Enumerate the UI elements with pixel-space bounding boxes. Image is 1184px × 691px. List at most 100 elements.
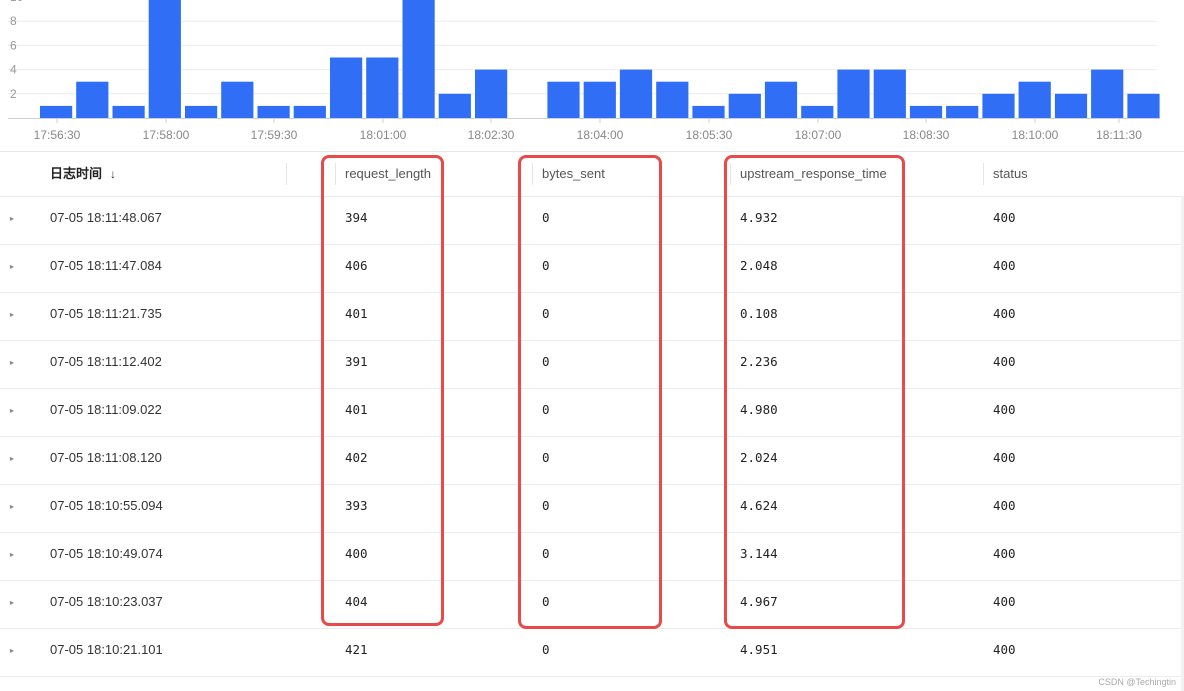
histogram-bar[interactable] bbox=[438, 93, 471, 118]
cell-time: 07-05 18:10:21.101 bbox=[50, 642, 163, 657]
x-tick-label: 18:05:30 bbox=[686, 128, 733, 142]
cell-upstream-response-time: 2.024 bbox=[740, 450, 778, 465]
x-tick-label: 18:11:30 bbox=[1096, 128, 1142, 142]
cell-request-length: 391 bbox=[345, 354, 368, 369]
table-row[interactable]: ▸ 07-05 18:11:48.067 394 0 4.932 400 bbox=[0, 197, 1184, 245]
histogram-bar[interactable] bbox=[330, 57, 363, 119]
table-row[interactable]: ▸ 07-05 18:11:12.402 391 0 2.236 400 bbox=[0, 341, 1184, 389]
histogram-bar[interactable] bbox=[185, 105, 218, 118]
cell-time: 07-05 18:11:12.402 bbox=[50, 354, 162, 369]
x-tick-label: 18:10:00 bbox=[1012, 128, 1059, 142]
x-tick-label: 18:07:00 bbox=[795, 128, 842, 142]
column-header-request-length[interactable]: request_length bbox=[345, 152, 431, 196]
column-header-status[interactable]: status bbox=[993, 152, 1028, 196]
histogram-bar[interactable] bbox=[1127, 93, 1160, 118]
histogram-bar[interactable] bbox=[583, 81, 616, 118]
histogram-bar[interactable] bbox=[728, 93, 761, 118]
cell-request-length: 421 bbox=[345, 642, 368, 657]
cell-time: 07-05 18:10:23.037 bbox=[50, 594, 163, 609]
cell-bytes-sent: 0 bbox=[542, 450, 550, 465]
histogram-bar[interactable] bbox=[909, 105, 943, 118]
cell-bytes-sent: 0 bbox=[542, 594, 550, 609]
histogram-bar[interactable] bbox=[873, 69, 906, 118]
y-tick-label: 10 bbox=[10, 0, 24, 4]
cell-status: 400 bbox=[993, 306, 1016, 321]
column-divider[interactable] bbox=[286, 163, 287, 185]
expand-row-icon[interactable]: ▸ bbox=[10, 485, 14, 532]
column-divider[interactable] bbox=[532, 163, 533, 185]
histogram-bar[interactable] bbox=[366, 57, 399, 119]
histogram-bar[interactable] bbox=[475, 69, 508, 118]
table-row[interactable]: ▸ 07-05 18:10:21.101 421 0 4.951 400 bbox=[0, 629, 1184, 677]
histogram-bar[interactable] bbox=[946, 105, 979, 118]
histogram-bar[interactable] bbox=[656, 81, 689, 118]
x-tick-label: 17:59:30 bbox=[251, 128, 298, 142]
expand-row-icon[interactable]: ▸ bbox=[10, 581, 14, 628]
table-row[interactable]: ▸ 07-05 18:10:23.037 404 0 4.967 400 bbox=[0, 581, 1184, 629]
cell-upstream-response-time: 3.144 bbox=[740, 546, 778, 561]
cell-request-length: 400 bbox=[345, 546, 368, 561]
log-table: 日志时间 ↓ request_length bytes_sent upstream… bbox=[0, 152, 1184, 677]
column-divider[interactable] bbox=[730, 163, 731, 185]
column-header-bytes-sent[interactable]: bytes_sent bbox=[542, 152, 605, 196]
cell-upstream-response-time: 0.108 bbox=[740, 306, 778, 321]
table-row[interactable]: ▸ 07-05 18:11:21.735 401 0 0.108 400 bbox=[0, 293, 1184, 341]
histogram-bar[interactable] bbox=[619, 69, 653, 118]
cell-status: 400 bbox=[993, 258, 1016, 273]
histogram-bar[interactable] bbox=[764, 81, 798, 118]
x-tick-label: 18:02:30 bbox=[468, 128, 515, 142]
cell-status: 400 bbox=[993, 354, 1016, 369]
sort-down-icon[interactable]: ↓ bbox=[110, 167, 116, 181]
column-header-time[interactable]: 日志时间 ↓ bbox=[50, 152, 116, 196]
histogram-bar[interactable] bbox=[1054, 93, 1088, 118]
x-tick-label: 17:58:00 bbox=[143, 128, 190, 142]
cell-bytes-sent: 0 bbox=[542, 306, 550, 321]
column-divider[interactable] bbox=[983, 163, 984, 185]
histogram-bar[interactable] bbox=[982, 93, 1015, 118]
table-row[interactable]: ▸ 07-05 18:10:55.094 393 0 4.624 400 bbox=[0, 485, 1184, 533]
cell-request-length: 393 bbox=[345, 498, 368, 513]
expand-row-icon[interactable]: ▸ bbox=[10, 533, 14, 580]
histogram-bar[interactable] bbox=[76, 81, 109, 118]
expand-row-icon[interactable]: ▸ bbox=[10, 197, 14, 244]
cell-bytes-sent: 0 bbox=[542, 258, 550, 273]
histogram-bar[interactable] bbox=[402, 0, 435, 118]
cell-time: 07-05 18:10:55.094 bbox=[50, 498, 163, 513]
histogram-bar[interactable] bbox=[1091, 69, 1124, 118]
cell-upstream-response-time: 4.932 bbox=[740, 210, 778, 225]
cell-status: 400 bbox=[993, 450, 1016, 465]
table-row[interactable]: ▸ 07-05 18:11:09.022 401 0 4.980 400 bbox=[0, 389, 1184, 437]
y-tick-label: 6 bbox=[10, 38, 17, 52]
expand-row-icon[interactable]: ▸ bbox=[10, 293, 14, 340]
histogram-bar[interactable] bbox=[837, 69, 870, 118]
histogram-bar[interactable] bbox=[257, 105, 290, 118]
x-tick-label: 18:04:00 bbox=[577, 128, 624, 142]
expand-row-icon[interactable]: ▸ bbox=[10, 437, 14, 484]
cell-upstream-response-time: 4.980 bbox=[740, 402, 778, 417]
table-row[interactable]: ▸ 07-05 18:11:47.084 406 0 2.048 400 bbox=[0, 245, 1184, 293]
histogram-bar[interactable] bbox=[547, 81, 580, 118]
expand-row-icon[interactable]: ▸ bbox=[10, 341, 14, 388]
column-divider[interactable] bbox=[335, 163, 336, 185]
cell-bytes-sent: 0 bbox=[542, 354, 550, 369]
histogram-bar[interactable] bbox=[801, 105, 834, 118]
cell-bytes-sent: 0 bbox=[542, 546, 550, 561]
cell-bytes-sent: 0 bbox=[542, 642, 550, 657]
cell-status: 400 bbox=[993, 594, 1016, 609]
histogram-bar[interactable] bbox=[1018, 81, 1051, 118]
table-row[interactable]: ▸ 07-05 18:11:08.120 402 0 2.024 400 bbox=[0, 437, 1184, 485]
cell-status: 400 bbox=[993, 210, 1016, 225]
histogram-bar[interactable] bbox=[221, 81, 254, 118]
expand-row-icon[interactable]: ▸ bbox=[10, 389, 14, 436]
histogram-bar[interactable] bbox=[148, 0, 181, 118]
expand-row-icon[interactable]: ▸ bbox=[10, 629, 14, 676]
cell-request-length: 401 bbox=[345, 306, 368, 321]
expand-row-icon[interactable]: ▸ bbox=[10, 245, 14, 292]
column-header-upstream-response-time[interactable]: upstream_response_time bbox=[740, 152, 887, 196]
histogram-bar[interactable] bbox=[692, 105, 725, 118]
histogram-bar[interactable] bbox=[40, 105, 73, 118]
histogram-bar[interactable] bbox=[293, 105, 326, 118]
histogram-bar[interactable] bbox=[112, 105, 145, 118]
table-row[interactable]: ▸ 07-05 18:10:49.074 400 0 3.144 400 bbox=[0, 533, 1184, 581]
cell-request-length: 394 bbox=[345, 210, 368, 225]
